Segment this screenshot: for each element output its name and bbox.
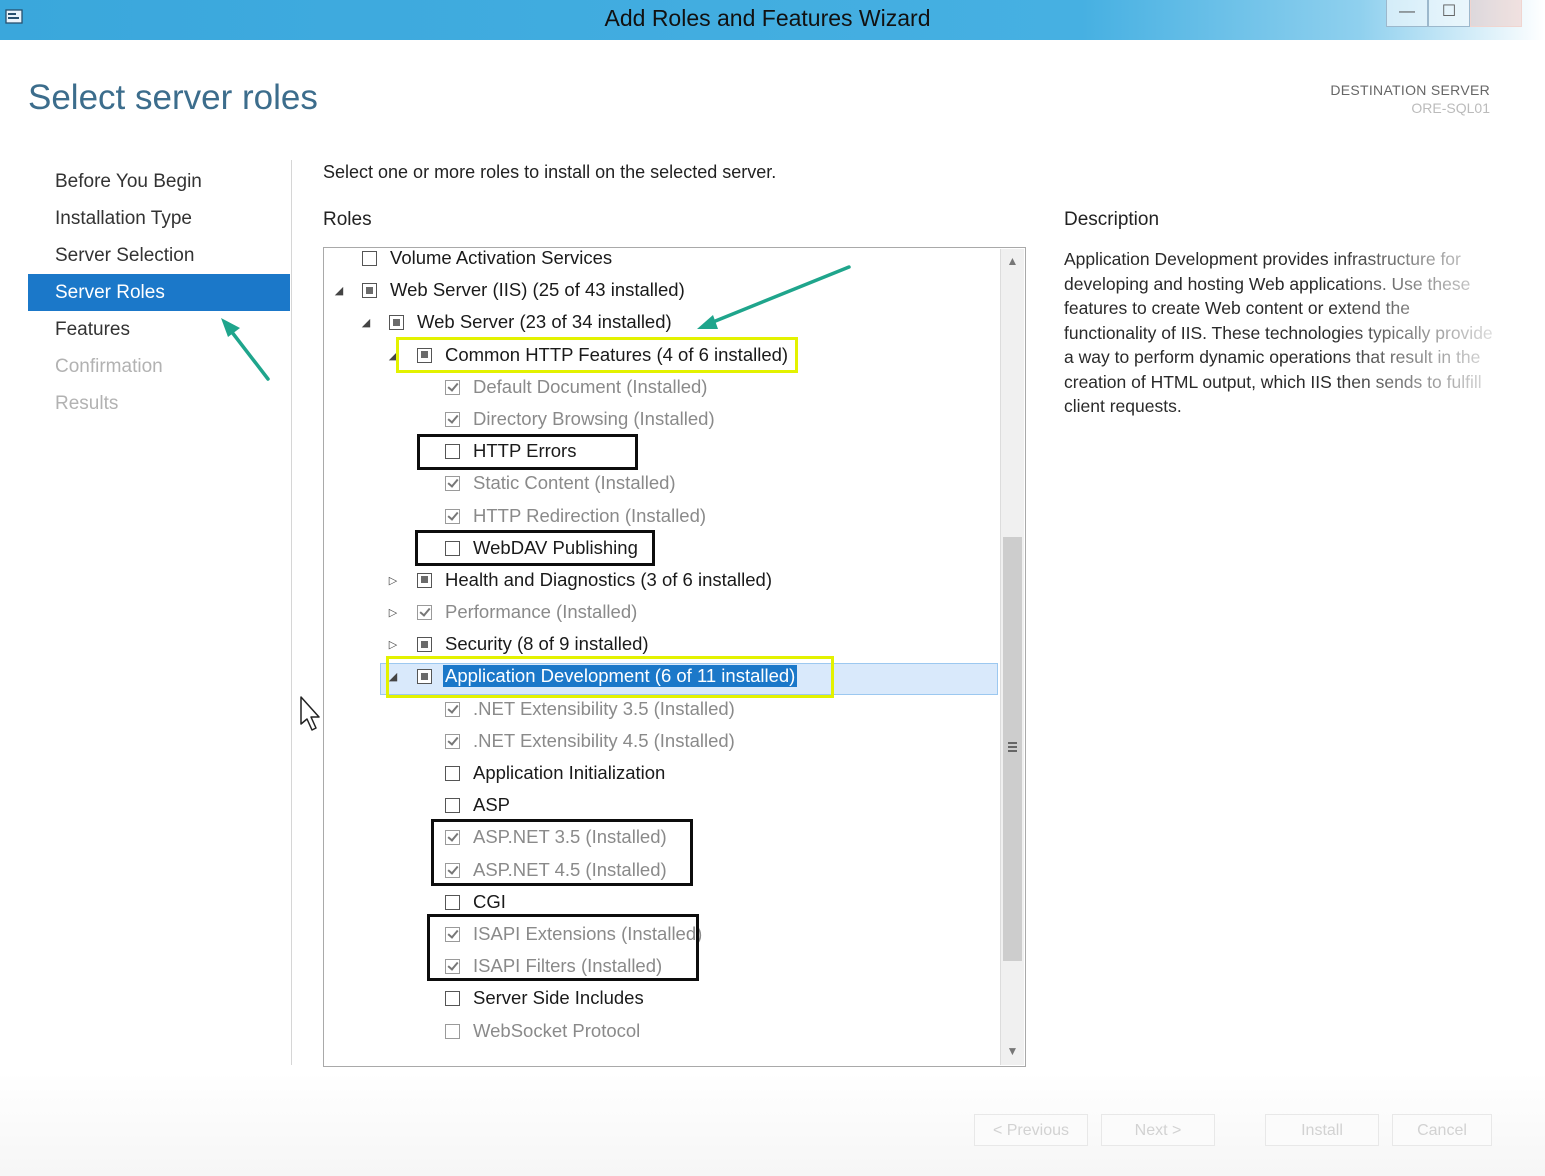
description-heading: Description	[1064, 209, 1160, 230]
tree-row[interactable]: Server Side Includes	[324, 984, 1000, 1016]
next-button[interactable]: Next >	[1101, 1114, 1215, 1146]
previous-button[interactable]: < Previous	[974, 1114, 1088, 1146]
annotation-box-http-errors	[417, 434, 638, 470]
destination-server-name: ORE-SQL01	[1411, 100, 1490, 116]
checkbox-checked	[445, 701, 460, 717]
expand-triangle-icon[interactable]: ◢	[334, 284, 344, 298]
checkbox-partial[interactable]	[417, 637, 432, 653]
tree-row-label: Web Server (23 of 34 installed)	[417, 311, 672, 333]
title-bar: Add Roles and Features Wizard — ☐	[0, 0, 1545, 40]
collapse-triangle-icon[interactable]: ▷	[388, 638, 398, 652]
instruction-text: Select one or more roles to install on t…	[323, 162, 777, 182]
tree-row-label: Directory Browsing (Installed)	[473, 407, 715, 429]
tree-row[interactable]: ▷ Health and Diagnostics (3 of 6 installe…	[324, 566, 1000, 598]
nav-item-features[interactable]: Features	[28, 311, 290, 348]
expand-triangle-icon[interactable]: ◢	[361, 316, 371, 330]
tree-row-label: Security (8 of 9 installed)	[445, 633, 649, 655]
tree-row-label: ASP	[473, 794, 511, 816]
annotation-box-application-development	[386, 656, 834, 698]
nav-item-before-you-begin[interactable]: Before You Begin	[28, 163, 290, 200]
checkbox-checked	[445, 508, 460, 524]
window-title: Add Roles and Features Wizard	[604, 5, 931, 31]
tree-row[interactable]: .NET Extensibility 3.5 (Installed)	[324, 695, 1000, 727]
tree-row[interactable]: Application Initialization	[324, 759, 1000, 791]
tree-row-label: Performance (Installed)	[445, 601, 638, 623]
tree-row[interactable]: WebSocket Protocol	[324, 1017, 1000, 1049]
tree-row-label: .NET Extensibility 3.5 (Installed)	[473, 697, 735, 719]
maximize-button[interactable]: ☐	[1428, 0, 1470, 27]
install-button[interactable]: Install	[1265, 1114, 1379, 1146]
checkbox-empty[interactable]	[445, 766, 460, 781]
tree-row[interactable]: HTTP Redirection (Installed)	[324, 502, 1000, 534]
tree-row-label: Volume Activation Services	[390, 247, 613, 268]
tree-row-label: HTTP Redirection (Installed)	[473, 504, 707, 526]
nav-item-results: Results	[55, 393, 119, 414]
tree-row[interactable]: ◢ Web Server (23 of 34 installed)	[324, 308, 1000, 340]
nav-item-server-selection[interactable]: Server Selection	[28, 237, 290, 274]
tree-row-label: .NET Extensibility 4.5 (Installed)	[473, 729, 735, 751]
scroll-up-arrow-icon[interactable]: ▲	[1001, 251, 1024, 271]
close-button[interactable]	[1470, 0, 1522, 27]
annotation-box-common-http	[396, 337, 798, 373]
checkbox-checked	[445, 411, 460, 427]
tree-row-label: Server Side Includes	[473, 987, 644, 1009]
minimize-button[interactable]: —	[1386, 0, 1428, 27]
tree-row-label: Web Server (IIS) (25 of 43 installed)	[390, 279, 685, 301]
annotation-box-aspnet	[431, 819, 693, 886]
checkbox-empty[interactable]	[445, 894, 460, 910]
tree-row-label: Default Document (Installed)	[473, 375, 708, 397]
tree-row-label: WebSocket Protocol	[473, 1019, 641, 1041]
cancel-button[interactable]: Cancel	[1392, 1114, 1492, 1146]
tree-row[interactable]: ◢ Web Server (IIS) (25 of 43 installed)	[324, 276, 1000, 308]
tree-row-label: Static Content (Installed)	[473, 472, 676, 494]
checkbox-partial[interactable]	[362, 283, 377, 299]
collapse-triangle-icon[interactable]: ▷	[388, 574, 398, 588]
checkbox-partial[interactable]	[417, 572, 432, 588]
tree-row[interactable]: Directory Browsing (Installed)	[324, 405, 1000, 437]
checkbox-checked	[445, 733, 460, 749]
roles-scrollbar[interactable]: ▲ ▼	[1000, 249, 1024, 1065]
destination-server-label: DESTINATION SERVER	[1330, 82, 1490, 98]
annotation-box-webdav	[415, 530, 655, 566]
tree-row[interactable]: Static Content (Installed)	[324, 469, 1000, 501]
tree-row[interactable]: Volume Activation Services	[324, 247, 1000, 276]
annotation-box-isapi	[427, 914, 699, 981]
description-text: Application Development provides infrast…	[1064, 249, 1493, 416]
checkbox-checked	[445, 379, 460, 395]
tree-row[interactable]: .NET Extensibility 4.5 (Installed)	[324, 727, 1000, 759]
roles-heading: Roles	[323, 209, 372, 230]
scroll-down-arrow-icon[interactable]: ▼	[1001, 1041, 1024, 1061]
tree-row[interactable]: ▷ Performance (Installed)	[324, 598, 1000, 630]
grip-icon	[1008, 742, 1017, 752]
checkbox-checked	[445, 476, 460, 492]
tree-row-label: Health and Diagnostics (3 of 6 installed…	[445, 568, 773, 590]
nav-item-confirmation: Confirmation	[55, 356, 163, 377]
checkbox-partial[interactable]	[389, 315, 404, 331]
tree-row-label: CGI	[473, 890, 506, 912]
scroll-thumb[interactable]	[1003, 537, 1022, 961]
mouse-cursor-icon	[300, 696, 320, 731]
checkbox-empty[interactable]	[445, 798, 460, 814]
nav-item-server-roles[interactable]: Server Roles	[28, 274, 290, 311]
page-title: Select server roles	[28, 78, 318, 117]
nav-divider	[291, 160, 292, 1065]
tree-row-label: Application Initialization	[473, 762, 666, 783]
checkbox-checked	[417, 605, 432, 621]
wizard-nav: Before You Begin Installation Type Server …	[28, 163, 290, 422]
checkbox-empty[interactable]	[362, 251, 377, 266]
tree-row[interactable]: Default Document (Installed)	[324, 373, 1000, 405]
nav-item-installation-type[interactable]: Installation Type	[28, 200, 290, 237]
checkbox-empty	[445, 1023, 460, 1039]
collapse-triangle-icon[interactable]: ▷	[388, 606, 398, 620]
checkbox-empty[interactable]	[445, 991, 460, 1007]
